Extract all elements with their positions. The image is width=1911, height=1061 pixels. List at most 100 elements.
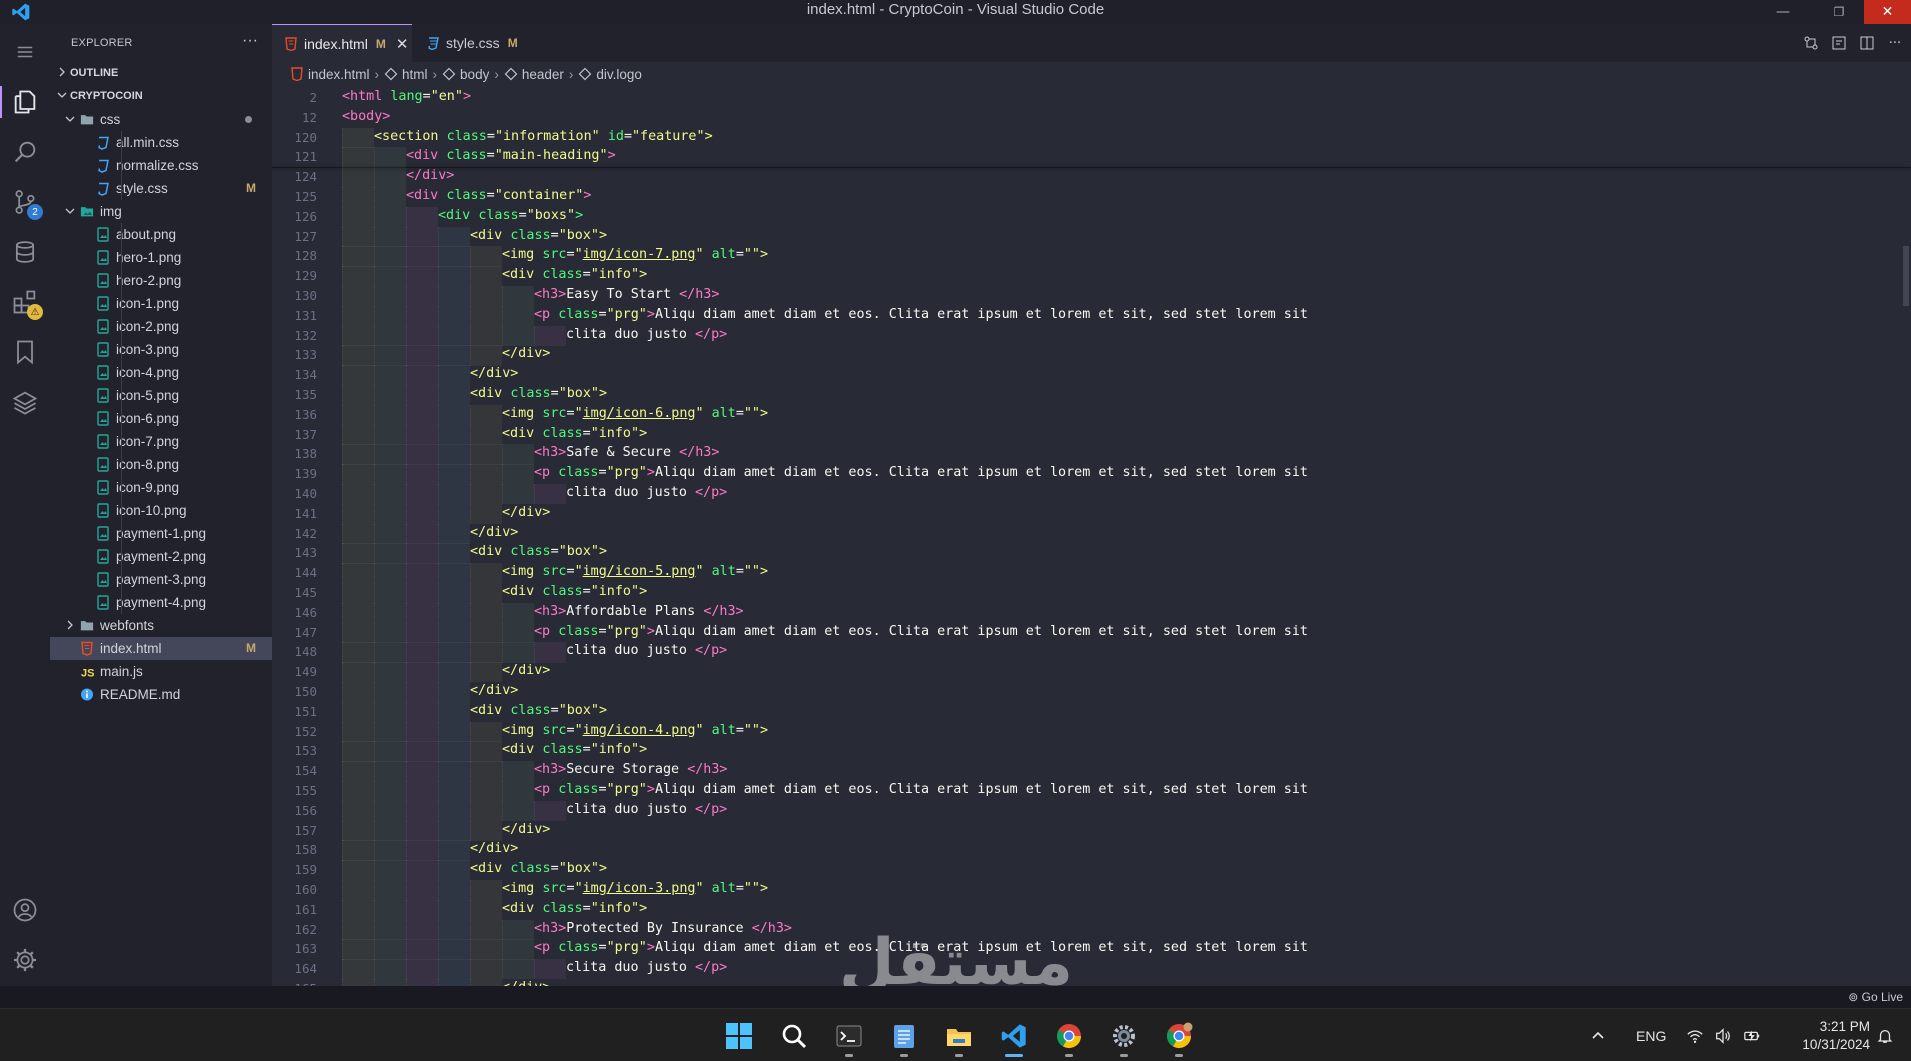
code-line[interactable]: <h3>Protected By Insurance </h3> (534, 921, 792, 936)
tree-item[interactable]: payment-4.png (50, 591, 272, 614)
tree-item[interactable]: icon-8.png (50, 453, 272, 476)
code-line[interactable]: <body> (342, 109, 390, 124)
menu-icon[interactable] (14, 42, 36, 62)
file-explorer-icon[interactable] (940, 1017, 978, 1057)
code-line[interactable]: <html lang="en"> (342, 89, 471, 104)
code-line[interactable]: <div class="info"> (502, 901, 647, 916)
code-line[interactable]: <img src="img/icon-5.png" alt=""> (502, 564, 768, 579)
split-editor-icon[interactable] (1857, 33, 1877, 53)
code-line[interactable]: <h3>Secure Storage </h3> (534, 762, 728, 777)
code-line[interactable]: clita duo justo </p> (566, 802, 727, 817)
code-line[interactable]: <p class="prg">Aliqu diam amet diam et e… (534, 307, 1308, 322)
database-icon[interactable] (9, 236, 41, 268)
code-line[interactable]: <div class="info"> (502, 742, 647, 757)
code-line[interactable]: <p class="prg">Aliqu diam amet diam et e… (534, 624, 1308, 639)
code-line[interactable]: <div class="info"> (502, 267, 647, 282)
language-indicator[interactable]: ENG (1636, 1009, 1666, 1061)
notifications-icon[interactable] (1876, 1009, 1894, 1061)
tree-item[interactable]: normalize.css (50, 154, 272, 177)
tree-item[interactable]: hero-2.png (50, 269, 272, 292)
code-line[interactable]: <p class="prg">Aliqu diam amet diam et e… (534, 465, 1308, 480)
code-line[interactable]: <div class="box"> (470, 861, 607, 876)
tree-item[interactable]: about.png (50, 223, 272, 246)
more-actions-button[interactable]: ··· (242, 32, 258, 50)
code-line[interactable]: </div> (502, 663, 550, 678)
tree-item[interactable]: icon-5.png (50, 384, 272, 407)
close-button[interactable]: ✕ (1864, 0, 1911, 24)
more-actions-icon[interactable]: ··· (1885, 33, 1905, 53)
windows-start-icon[interactable] (720, 1017, 758, 1055)
tree-item[interactable]: icon-4.png (50, 361, 272, 384)
tree-item[interactable]: README.md (50, 683, 272, 706)
tree-item[interactable]: icon-2.png (50, 315, 272, 338)
layers-icon[interactable] (9, 386, 41, 418)
code-line[interactable]: <h3>Affordable Plans </h3> (534, 604, 744, 619)
extensions-icon[interactable]: ⚠ (9, 286, 43, 320)
code-line[interactable]: clita duo justo </p> (566, 485, 727, 500)
tree-item[interactable]: icon-3.png (50, 338, 272, 361)
tree-item[interactable]: icon-10.png (50, 499, 272, 522)
tab-style-css[interactable]: style.css M (412, 24, 524, 62)
clock[interactable]: 3:21 PM 10/31/2024 (1786, 1009, 1870, 1061)
outline-section[interactable]: OUTLINE (50, 62, 272, 84)
code-line[interactable]: <div class="main-heading"> (406, 148, 616, 163)
restore-button[interactable]: ❐ (1811, 0, 1867, 24)
code-line[interactable]: <img src="img/icon-4.png" alt=""> (502, 723, 768, 738)
code-line[interactable]: <img src="img/icon-7.png" alt=""> (502, 247, 768, 262)
terminal-icon[interactable] (830, 1017, 868, 1057)
settings-gear-icon[interactable] (9, 944, 41, 976)
breadcrumb-header[interactable]: header (504, 67, 564, 82)
code-line[interactable]: clita duo justo </p> (566, 327, 727, 342)
code-line[interactable]: <img src="img/icon-3.png" alt=""> (502, 881, 768, 896)
code-line[interactable]: </div> (470, 525, 518, 540)
tree-item[interactable]: webfonts (50, 614, 272, 637)
tree-item[interactable]: icon-7.png (50, 430, 272, 453)
code-line[interactable]: clita duo justo </p> (566, 960, 727, 975)
vertical-scrollbar[interactable] (1903, 246, 1909, 306)
tree-item[interactable]: all.min.css (50, 131, 272, 154)
code-line[interactable]: <section class="information" id="feature… (374, 129, 713, 144)
code-line[interactable]: <p class="prg">Aliqu diam amet diam et e… (534, 940, 1308, 955)
tree-item[interactable]: icon-9.png (50, 476, 272, 499)
code-line[interactable]: <div class="info"> (502, 584, 647, 599)
breadcrumb-div-logo[interactable]: div.logo (578, 67, 642, 82)
code-line[interactable]: </div> (406, 168, 454, 183)
code-line[interactable]: </div> (502, 822, 550, 837)
go-live-button[interactable]: ⊚ Go Live (1848, 990, 1903, 1004)
code-line[interactable]: <p class="prg">Aliqu diam amet diam et e… (534, 782, 1308, 797)
tree-item[interactable]: img (50, 200, 272, 223)
tree-item[interactable]: icon-6.png (50, 407, 272, 430)
chrome-icon[interactable] (1050, 1017, 1088, 1057)
code-line[interactable]: clita duo justo </p> (566, 643, 727, 658)
code-line[interactable]: <div class="boxs"> (438, 208, 583, 223)
notepad-icon[interactable] (885, 1017, 923, 1057)
code-line[interactable]: </div> (470, 683, 518, 698)
tree-item[interactable]: style.css M (50, 177, 272, 200)
compare-changes-icon[interactable] (1801, 33, 1821, 53)
breadcrumb-html[interactable]: html (384, 67, 428, 82)
vscode-icon[interactable] (995, 1017, 1033, 1057)
explorer-icon[interactable] (0, 86, 41, 118)
tab-index-html[interactable]: index.html M ✕ (272, 24, 412, 62)
search-icon[interactable] (9, 136, 41, 168)
code-line[interactable]: <h3>Easy To Start </h3> (534, 287, 719, 302)
tree-item[interactable]: payment-1.png (50, 522, 272, 545)
code-line[interactable]: </div> (502, 346, 550, 361)
settings-icon[interactable] (1105, 1017, 1143, 1057)
code-line[interactable]: <div class="box"> (470, 703, 607, 718)
tree-item[interactable]: payment-3.png (50, 568, 272, 591)
tree-item[interactable]: css (50, 108, 272, 131)
code-line[interactable]: <div class="box"> (470, 386, 607, 401)
code-line[interactable]: <img src="img/icon-6.png" alt=""> (502, 406, 768, 421)
code-line[interactable]: <div class="box"> (470, 228, 607, 243)
search-icon[interactable] (775, 1017, 813, 1055)
system-tray-icons[interactable] (1686, 1009, 1762, 1061)
tree-item[interactable]: hero-1.png (50, 246, 272, 269)
open-preview-icon[interactable] (1829, 33, 1849, 53)
code-line[interactable]: <div class="info"> (502, 426, 647, 441)
chrome-profile-icon[interactable] (1160, 1017, 1198, 1057)
tree-item[interactable]: JS main.js (50, 660, 272, 683)
code-line[interactable]: <div class="container"> (406, 188, 591, 203)
code-line[interactable]: </div> (470, 841, 518, 856)
code-line[interactable]: </div> (470, 366, 518, 381)
